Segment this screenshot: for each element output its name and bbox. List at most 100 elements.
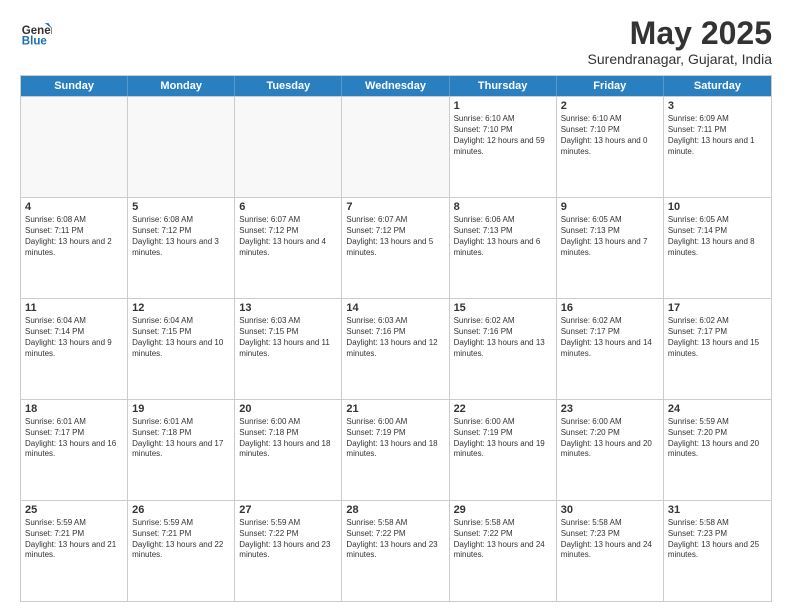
cal-week-3: 11Sunrise: 6:04 AMSunset: 7:14 PMDayligh… (21, 298, 771, 399)
day-info: Sunrise: 6:00 AMSunset: 7:19 PMDaylight:… (454, 417, 552, 460)
cal-day-11: 11Sunrise: 6:04 AMSunset: 7:14 PMDayligh… (21, 299, 128, 399)
cal-empty (128, 97, 235, 197)
day-number: 16 (561, 302, 659, 314)
cal-day-27: 27 Sunrise: 5:59 AMSunset: 7:22 PMDayligh… (235, 501, 342, 601)
cal-day-15: 15 Sunrise: 6:02 AMSunset: 7:16 PMDayligh… (450, 299, 557, 399)
day-number: 19 (132, 403, 230, 415)
day-info: Sunrise: 6:10 AMSunset: 7:10 PMDaylight:… (561, 114, 659, 157)
day-info: Sunrise: 5:58 AMSunset: 7:22 PMDaylight:… (346, 518, 444, 561)
day-number: 28 (346, 504, 444, 516)
day-info: Sunrise: 6:04 AMSunset: 7:14 PMDaylight:… (25, 316, 123, 359)
day-info: Sunrise: 5:58 AMSunset: 7:23 PMDaylight:… (561, 518, 659, 561)
calendar: SundayMondayTuesdayWednesdayThursdayFrid… (20, 75, 772, 602)
cal-week-2: 4 Sunrise: 6:08 AMSunset: 7:11 PMDaylight… (21, 197, 771, 298)
cal-day-25: 25Sunrise: 5:59 AMSunset: 7:21 PMDayligh… (21, 501, 128, 601)
day-header-wednesday: Wednesday (342, 76, 449, 96)
subtitle: Surendranagar, Gujarat, India (588, 51, 772, 67)
day-number: 13 (239, 302, 337, 314)
day-number: 20 (239, 403, 337, 415)
cal-day-28: 28 Sunrise: 5:58 AMSunset: 7:22 PMDayligh… (342, 501, 449, 601)
cal-day-9: 9Sunrise: 6:05 AMSunset: 7:13 PMDaylight… (557, 198, 664, 298)
day-number: 14 (346, 302, 444, 314)
cal-day-31: 31Sunrise: 5:58 AMSunset: 7:23 PMDayligh… (664, 501, 771, 601)
cal-day-4: 4 Sunrise: 6:08 AMSunset: 7:11 PMDaylight… (21, 198, 128, 298)
day-number: 21 (346, 403, 444, 415)
cal-day-23: 23 Sunrise: 6:00 AMSunset: 7:20 PMDayligh… (557, 400, 664, 500)
day-info: Sunrise: 6:08 AMSunset: 7:12 PMDaylight:… (132, 215, 230, 258)
day-number: 27 (239, 504, 337, 516)
day-header-sunday: Sunday (21, 76, 128, 96)
day-number: 6 (239, 201, 337, 213)
cal-day-24: 24Sunrise: 5:59 AMSunset: 7:20 PMDayligh… (664, 400, 771, 500)
day-info: Sunrise: 6:02 AMSunset: 7:17 PMDaylight:… (668, 316, 767, 359)
cal-day-13: 13Sunrise: 6:03 AMSunset: 7:15 PMDayligh… (235, 299, 342, 399)
day-number: 30 (561, 504, 659, 516)
day-info: Sunrise: 5:58 AMSunset: 7:22 PMDaylight:… (454, 518, 552, 561)
page-header: General Blue May 2025 Surendranagar, Guj… (20, 16, 772, 67)
day-number: 25 (25, 504, 123, 516)
cal-day-22: 22 Sunrise: 6:00 AMSunset: 7:19 PMDayligh… (450, 400, 557, 500)
day-number: 22 (454, 403, 552, 415)
cal-empty (235, 97, 342, 197)
day-number: 4 (25, 201, 123, 213)
day-header-friday: Friday (557, 76, 664, 96)
cal-day-6: 6 Sunrise: 6:07 AMSunset: 7:12 PMDaylight… (235, 198, 342, 298)
day-info: Sunrise: 6:09 AMSunset: 7:11 PMDaylight:… (668, 114, 767, 157)
day-number: 8 (454, 201, 552, 213)
cal-day-21: 21 Sunrise: 6:00 AMSunset: 7:19 PMDayligh… (342, 400, 449, 500)
day-info: Sunrise: 6:10 AMSunset: 7:10 PMDaylight:… (454, 114, 552, 157)
day-number: 23 (561, 403, 659, 415)
day-info: Sunrise: 6:08 AMSunset: 7:11 PMDaylight:… (25, 215, 123, 258)
day-number: 9 (561, 201, 659, 213)
day-header-monday: Monday (128, 76, 235, 96)
cal-empty (342, 97, 449, 197)
day-info: Sunrise: 6:02 AMSunset: 7:16 PMDaylight:… (454, 316, 552, 359)
day-number: 2 (561, 100, 659, 112)
month-title: May 2025 (588, 16, 772, 51)
cal-week-1: 1 Sunrise: 6:10 AMSunset: 7:10 PMDaylight… (21, 96, 771, 197)
day-info: Sunrise: 5:59 AMSunset: 7:22 PMDaylight:… (239, 518, 337, 561)
day-info: Sunrise: 6:03 AMSunset: 7:16 PMDaylight:… (346, 316, 444, 359)
svg-text:Blue: Blue (22, 35, 48, 47)
day-info: Sunrise: 5:59 AMSunset: 7:20 PMDaylight:… (668, 417, 767, 460)
day-info: Sunrise: 6:07 AMSunset: 7:12 PMDaylight:… (239, 215, 337, 258)
day-number: 10 (668, 201, 767, 213)
cal-day-7: 7Sunrise: 6:07 AMSunset: 7:12 PMDaylight… (342, 198, 449, 298)
day-info: Sunrise: 6:00 AMSunset: 7:19 PMDaylight:… (346, 417, 444, 460)
day-header-saturday: Saturday (664, 76, 771, 96)
cal-day-5: 5 Sunrise: 6:08 AMSunset: 7:12 PMDaylight… (128, 198, 235, 298)
cal-day-18: 18Sunrise: 6:01 AMSunset: 7:17 PMDayligh… (21, 400, 128, 500)
cal-day-3: 3Sunrise: 6:09 AMSunset: 7:11 PMDaylight… (664, 97, 771, 197)
calendar-body: 1 Sunrise: 6:10 AMSunset: 7:10 PMDaylight… (21, 96, 771, 601)
day-info: Sunrise: 6:01 AMSunset: 7:17 PMDaylight:… (25, 417, 123, 460)
day-number: 15 (454, 302, 552, 314)
cal-week-4: 18Sunrise: 6:01 AMSunset: 7:17 PMDayligh… (21, 399, 771, 500)
day-header-thursday: Thursday (450, 76, 557, 96)
cal-day-1: 1 Sunrise: 6:10 AMSunset: 7:10 PMDaylight… (450, 97, 557, 197)
cal-day-14: 14 Sunrise: 6:03 AMSunset: 7:16 PMDayligh… (342, 299, 449, 399)
cal-day-19: 19Sunrise: 6:01 AMSunset: 7:18 PMDayligh… (128, 400, 235, 500)
cal-week-5: 25Sunrise: 5:59 AMSunset: 7:21 PMDayligh… (21, 500, 771, 601)
day-number: 12 (132, 302, 230, 314)
day-info: Sunrise: 6:05 AMSunset: 7:14 PMDaylight:… (668, 215, 767, 258)
day-info: Sunrise: 6:07 AMSunset: 7:12 PMDaylight:… (346, 215, 444, 258)
day-number: 17 (668, 302, 767, 314)
day-info: Sunrise: 6:04 AMSunset: 7:15 PMDaylight:… (132, 316, 230, 359)
cal-day-17: 17 Sunrise: 6:02 AMSunset: 7:17 PMDayligh… (664, 299, 771, 399)
cal-day-12: 12 Sunrise: 6:04 AMSunset: 7:15 PMDayligh… (128, 299, 235, 399)
day-info: Sunrise: 6:00 AMSunset: 7:20 PMDaylight:… (561, 417, 659, 460)
day-number: 5 (132, 201, 230, 213)
day-number: 31 (668, 504, 767, 516)
cal-day-29: 29 Sunrise: 5:58 AMSunset: 7:22 PMDayligh… (450, 501, 557, 601)
day-number: 29 (454, 504, 552, 516)
day-info: Sunrise: 6:02 AMSunset: 7:17 PMDaylight:… (561, 316, 659, 359)
cal-empty (21, 97, 128, 197)
cal-day-26: 26Sunrise: 5:59 AMSunset: 7:21 PMDayligh… (128, 501, 235, 601)
day-number: 1 (454, 100, 552, 112)
day-info: Sunrise: 6:06 AMSunset: 7:13 PMDaylight:… (454, 215, 552, 258)
day-info: Sunrise: 6:00 AMSunset: 7:18 PMDaylight:… (239, 417, 337, 460)
logo-icon: General Blue (20, 16, 52, 48)
cal-day-20: 20 Sunrise: 6:00 AMSunset: 7:18 PMDayligh… (235, 400, 342, 500)
cal-day-16: 16 Sunrise: 6:02 AMSunset: 7:17 PMDayligh… (557, 299, 664, 399)
day-header-tuesday: Tuesday (235, 76, 342, 96)
